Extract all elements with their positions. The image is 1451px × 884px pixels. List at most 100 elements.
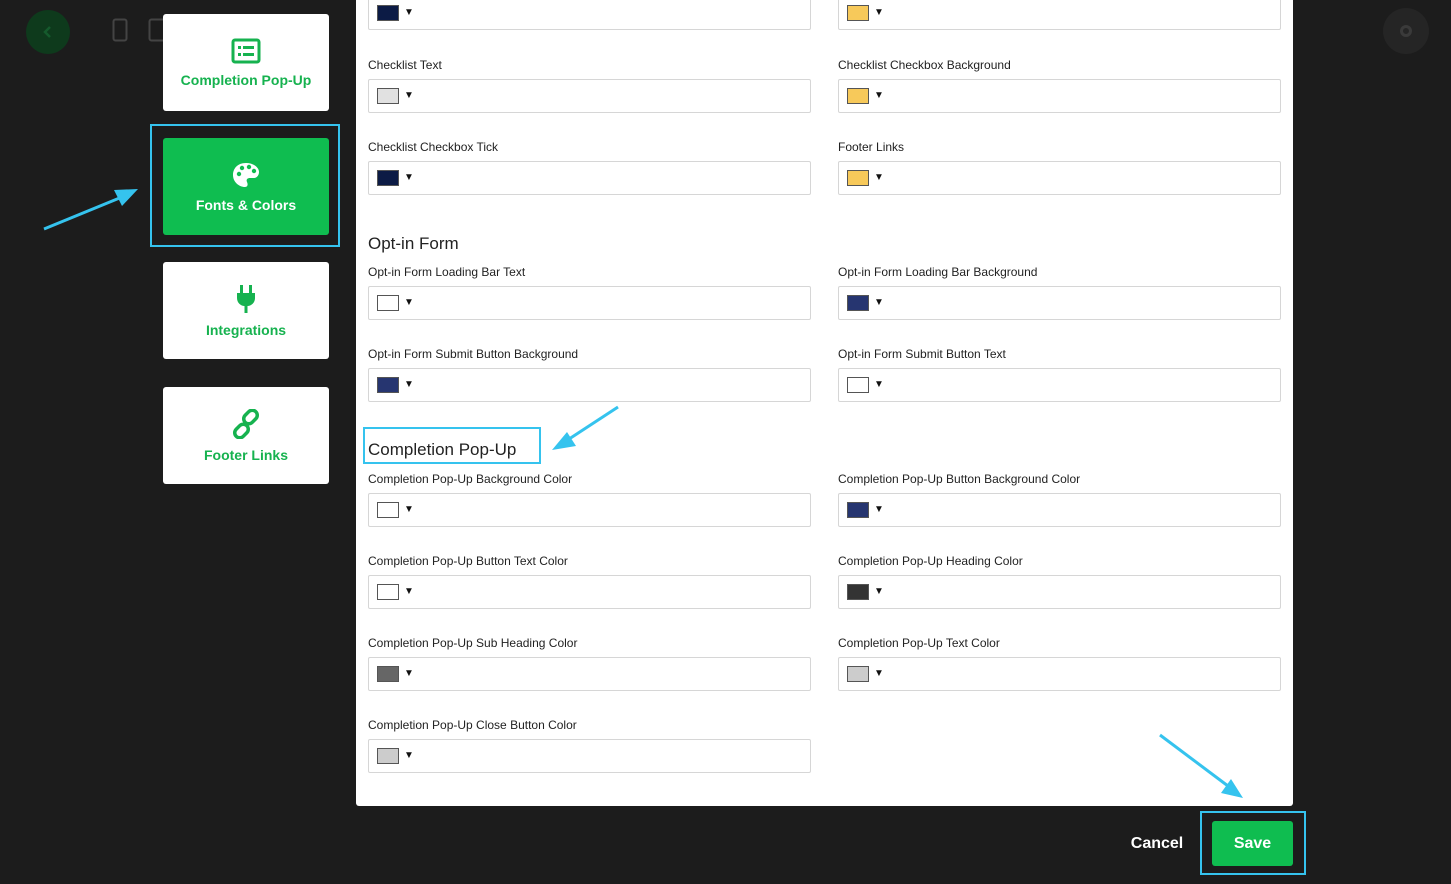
list-icon: [231, 38, 261, 63]
color-swatch: [377, 377, 399, 393]
color-swatch: [377, 88, 399, 104]
field-label: Completion Pop-Up Button Text Color: [368, 554, 568, 568]
settings-button[interactable]: [1383, 8, 1429, 54]
back-button[interactable]: [26, 10, 70, 54]
color-field-completion-close-button: Completion Pop-Up Close Button Color ▼: [368, 718, 811, 773]
sidebar-item-label: Completion Pop-Up: [180, 71, 312, 88]
arrow-left-icon: [43, 26, 51, 38]
color-picker[interactable]: ▼: [838, 286, 1281, 320]
annotation-arrowhead: [114, 189, 138, 206]
caret-down-icon: ▼: [874, 668, 884, 679]
field-label: Opt-in Form Submit Button Background: [368, 347, 579, 361]
field-label: Opt-in Form Loading Bar Background: [838, 265, 1038, 279]
sidebar-item-integrations[interactable]: Integrations: [163, 262, 329, 359]
fonts-colors-panel: ▼ ▼ Checklist Text ▼ Checklist Checkbox …: [356, 0, 1293, 806]
color-swatch: [377, 584, 399, 600]
caret-down-icon: ▼: [874, 504, 884, 515]
color-field-checklist-checkbox-tick: Checklist Checkbox Tick ▼: [368, 140, 811, 195]
color-picker[interactable]: ▼: [368, 575, 811, 609]
field-label: Checklist Checkbox Tick: [368, 140, 499, 154]
color-swatch: [377, 748, 399, 764]
field-label: Footer Links: [838, 140, 905, 154]
caret-down-icon: ▼: [874, 7, 884, 18]
caret-down-icon: ▼: [874, 297, 884, 308]
color-swatch: [847, 88, 869, 104]
color-picker[interactable]: ▼: [838, 0, 1281, 30]
color-swatch: [847, 584, 869, 600]
cancel-button[interactable]: Cancel: [1118, 826, 1196, 862]
caret-down-icon: ▼: [874, 172, 884, 183]
field-label: Completion Pop-Up Button Background Colo…: [838, 472, 1081, 486]
color-field-checklist-checkbox-background: Checklist Checkbox Background ▼: [838, 58, 1281, 113]
color-picker[interactable]: ▼: [368, 493, 811, 527]
field-label: Opt-in Form Submit Button Text: [838, 347, 1006, 361]
sidebar-item-footer-links[interactable]: Footer Links: [163, 387, 329, 484]
caret-down-icon: ▼: [404, 297, 414, 308]
sidebar-item-fonts-colors[interactable]: Fonts & Colors: [163, 138, 329, 235]
color-field-completion-text: Completion Pop-Up Text Color ▼: [838, 636, 1281, 691]
plug-icon: [237, 284, 255, 313]
color-swatch: [377, 666, 399, 682]
color-field-completion-sub-heading: Completion Pop-Up Sub Heading Color ▼: [368, 636, 811, 691]
field-label: Checklist Checkbox Background: [838, 58, 1011, 72]
color-swatch: [847, 295, 869, 311]
color-field: ▼: [838, 0, 1281, 30]
caret-down-icon: ▼: [404, 504, 414, 515]
save-button[interactable]: Save: [1212, 821, 1293, 866]
caret-down-icon: ▼: [404, 750, 414, 761]
link-icon: [232, 408, 260, 439]
color-field-optin-loading-bar-text: Opt-in Form Loading Bar Text ▼: [368, 265, 811, 320]
caret-down-icon: ▼: [404, 586, 414, 597]
color-field-completion-button-background: Completion Pop-Up Button Background Colo…: [838, 472, 1281, 527]
color-field-completion-background: Completion Pop-Up Background Color ▼: [368, 472, 811, 527]
color-field-optin-loading-bar-background: Opt-in Form Loading Bar Background ▼: [838, 265, 1281, 320]
sidebar-item-label: Footer Links: [203, 446, 288, 463]
color-field-checklist-text: Checklist Text ▼: [368, 58, 811, 113]
field-label: Checklist Text: [368, 58, 442, 72]
caret-down-icon: ▼: [874, 90, 884, 101]
gear-icon: [1400, 25, 1412, 37]
tablet-preview-icon[interactable]: [148, 18, 169, 47]
color-picker[interactable]: ▼: [838, 79, 1281, 113]
color-picker[interactable]: ▼: [368, 79, 811, 113]
color-picker[interactable]: ▼: [838, 575, 1281, 609]
sidebar-item-completion-popup[interactable]: Completion Pop-Up: [163, 14, 329, 111]
color-swatch: [847, 5, 869, 21]
color-picker[interactable]: ▼: [368, 657, 811, 691]
caret-down-icon: ▼: [404, 172, 414, 183]
color-swatch: [377, 295, 399, 311]
color-picker[interactable]: ▼: [368, 161, 811, 195]
color-swatch: [377, 170, 399, 186]
mobile-preview-icon[interactable]: [112, 18, 128, 47]
color-swatch: [377, 502, 399, 518]
color-field-completion-button-text: Completion Pop-Up Button Text Color ▼: [368, 554, 811, 609]
color-swatch: [847, 666, 869, 682]
color-swatch: [847, 170, 869, 186]
section-title-completion-popup: Completion Pop-Up: [368, 440, 517, 459]
color-picker[interactable]: ▼: [368, 286, 811, 320]
color-swatch: [847, 377, 869, 393]
field-label: Opt-in Form Loading Bar Text: [368, 265, 526, 279]
color-swatch: [377, 5, 399, 21]
color-picker[interactable]: ▼: [838, 368, 1281, 402]
color-field-completion-heading: Completion Pop-Up Heading Color ▼: [838, 554, 1281, 609]
color-field-optin-submit-button-background: Opt-in Form Submit Button Background ▼: [368, 347, 811, 402]
field-label: Completion Pop-Up Heading Color: [838, 554, 1023, 568]
color-picker[interactable]: ▼: [368, 739, 811, 773]
color-picker[interactable]: ▼: [838, 161, 1281, 195]
color-picker[interactable]: ▼: [368, 368, 811, 402]
color-picker[interactable]: ▼: [368, 0, 811, 30]
color-field-footer-links: Footer Links ▼: [838, 140, 1281, 195]
caret-down-icon: ▼: [404, 379, 414, 390]
color-swatch: [847, 502, 869, 518]
palette-icon: [233, 162, 259, 187]
color-field-optin-submit-button-text: Opt-in Form Submit Button Text ▼: [838, 347, 1281, 402]
section-title-optin-form: Opt-in Form: [368, 234, 459, 253]
color-picker[interactable]: ▼: [838, 493, 1281, 527]
field-label: Completion Pop-Up Background Color: [368, 472, 573, 486]
field-label: Completion Pop-Up Close Button Color: [368, 718, 577, 732]
sidebar-item-label: Fonts & Colors: [195, 196, 297, 213]
color-picker[interactable]: ▼: [838, 657, 1281, 691]
color-field: ▼: [368, 0, 811, 30]
caret-down-icon: ▼: [874, 586, 884, 597]
